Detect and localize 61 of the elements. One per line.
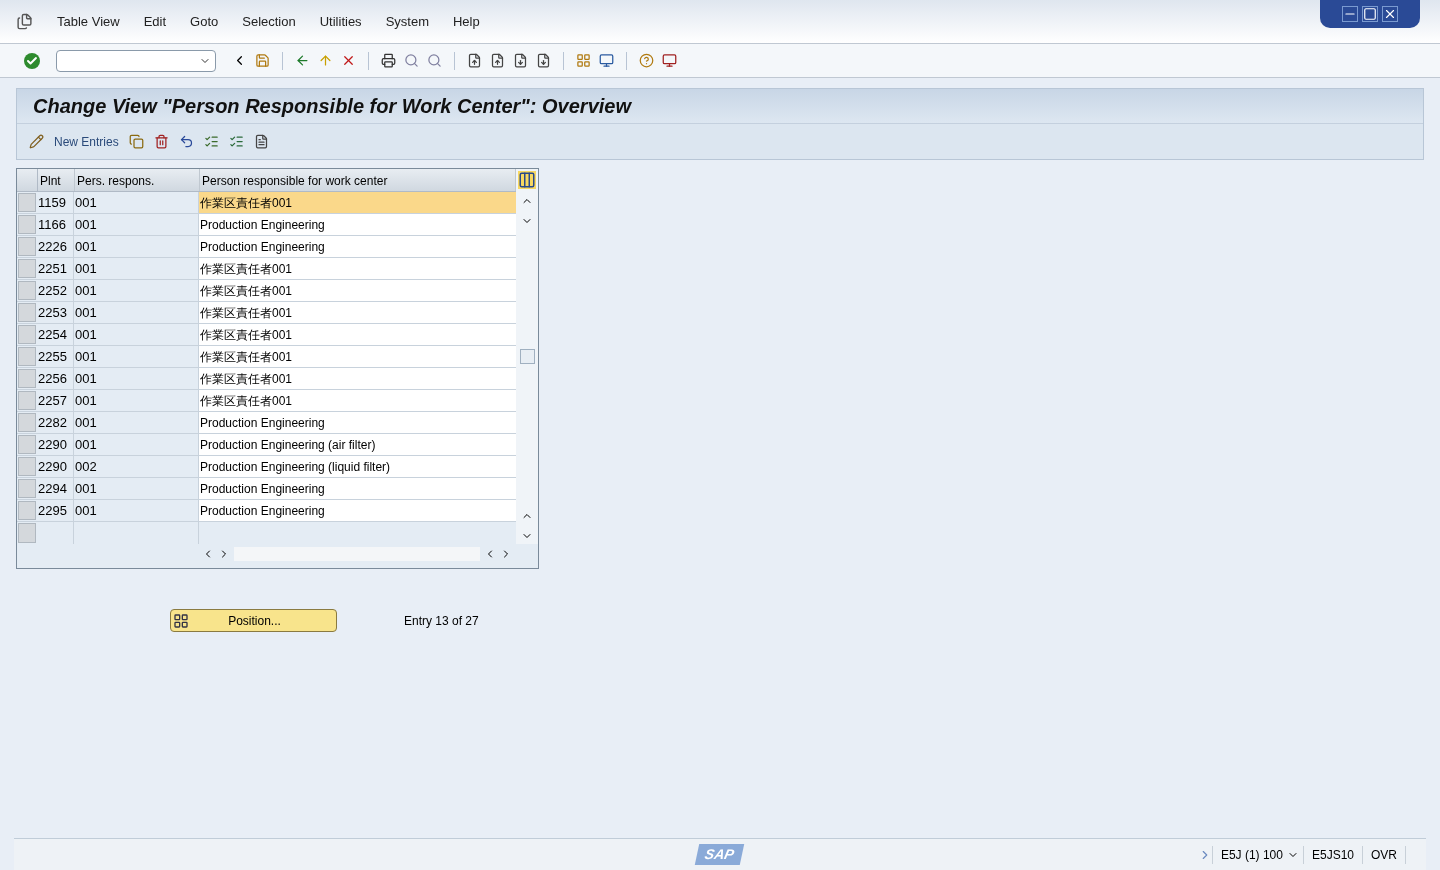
sap-logo: SAP — [694, 844, 745, 865]
table-cell: 2294 — [37, 478, 74, 499]
table-cell: 001 — [74, 192, 199, 213]
input-field[interactable]: Production Engineering (liquid filter) — [199, 456, 516, 477]
table-cell: 001 — [74, 258, 199, 279]
table-cell: 2253 — [37, 302, 74, 323]
table-cell: 001 — [74, 368, 199, 389]
input-field[interactable]: 作業区責任者001 — [199, 346, 516, 367]
table-cell: 2290 — [37, 434, 74, 455]
new-entries-button[interactable]: New Entries — [54, 132, 119, 151]
table-cell: 001 — [74, 214, 199, 235]
table-cell: 2256 — [37, 368, 74, 389]
input-field[interactable]: 作業区責任者001 — [199, 324, 516, 345]
input-field[interactable]: 作業区責任者001 — [199, 368, 516, 389]
menu-item[interactable]: Utilities — [319, 11, 362, 32]
column-header[interactable]: Pers. respons. — [75, 169, 200, 191]
table-cell: 2254 — [37, 324, 74, 345]
position-button[interactable]: Position... — [170, 609, 337, 632]
input-field[interactable]: Production Engineering — [199, 500, 516, 521]
table-cell: 1159 — [37, 192, 74, 213]
table-cell: 001 — [74, 280, 199, 301]
table-cell: 1166 — [37, 214, 74, 235]
input-field[interactable]: 作業区責任者001 — [199, 302, 516, 323]
table-cell: 001 — [74, 346, 199, 367]
input-field[interactable]: 作業区責任者001 — [199, 192, 516, 213]
table-cell: 002 — [74, 456, 199, 477]
table-cell: 001 — [74, 390, 199, 411]
menu-item[interactable]: System — [385, 11, 429, 32]
table-cell: 001 — [74, 434, 199, 455]
table-cell: 001 — [74, 302, 199, 323]
input-mode: OVR — [1362, 845, 1406, 864]
menu-item[interactable]: Table View — [57, 11, 120, 32]
table-cell: 2252 — [37, 280, 74, 301]
input-field[interactable]: Production Engineering — [199, 214, 516, 235]
input-field[interactable]: 作業区責任者001 — [199, 280, 516, 301]
menu-item[interactable]: Edit — [143, 11, 167, 32]
table-cell: 2257 — [37, 390, 74, 411]
server-name: E5JS10 — [1302, 845, 1362, 864]
table-cell: 001 — [74, 236, 199, 257]
table-cell: 2226 — [37, 236, 74, 257]
input-field[interactable]: Production Engineering — [199, 478, 516, 499]
input-field[interactable]: 作業区責任者001 — [199, 258, 516, 279]
table-cell: 2295 — [37, 500, 74, 521]
menu-item[interactable]: Help — [452, 11, 480, 32]
menu-item[interactable]: Goto — [190, 11, 219, 32]
input-field[interactable]: Production Engineering — [199, 412, 516, 433]
input-field[interactable]: 作業区責任者001 — [199, 390, 516, 411]
table-cell: 2251 — [37, 258, 74, 279]
column-header[interactable]: Plnt — [38, 169, 75, 191]
input-field[interactable]: Production Engineering — [199, 236, 516, 257]
table-cell: 001 — [74, 500, 199, 521]
table-cell: 001 — [74, 324, 199, 345]
table-cell: 001 — [74, 478, 199, 499]
table-cell: 2255 — [37, 346, 74, 367]
entry-count: Entry 13 of 27 — [404, 612, 479, 630]
table-cell: 2282 — [37, 412, 74, 433]
table-cell: 2290 — [37, 456, 74, 477]
input-field[interactable]: Production Engineering (air filter) — [199, 434, 516, 455]
menu-item[interactable]: Selection — [242, 11, 296, 32]
system-info: E5J (1) 100 — [1211, 845, 1291, 864]
table-cell: 001 — [74, 412, 199, 433]
